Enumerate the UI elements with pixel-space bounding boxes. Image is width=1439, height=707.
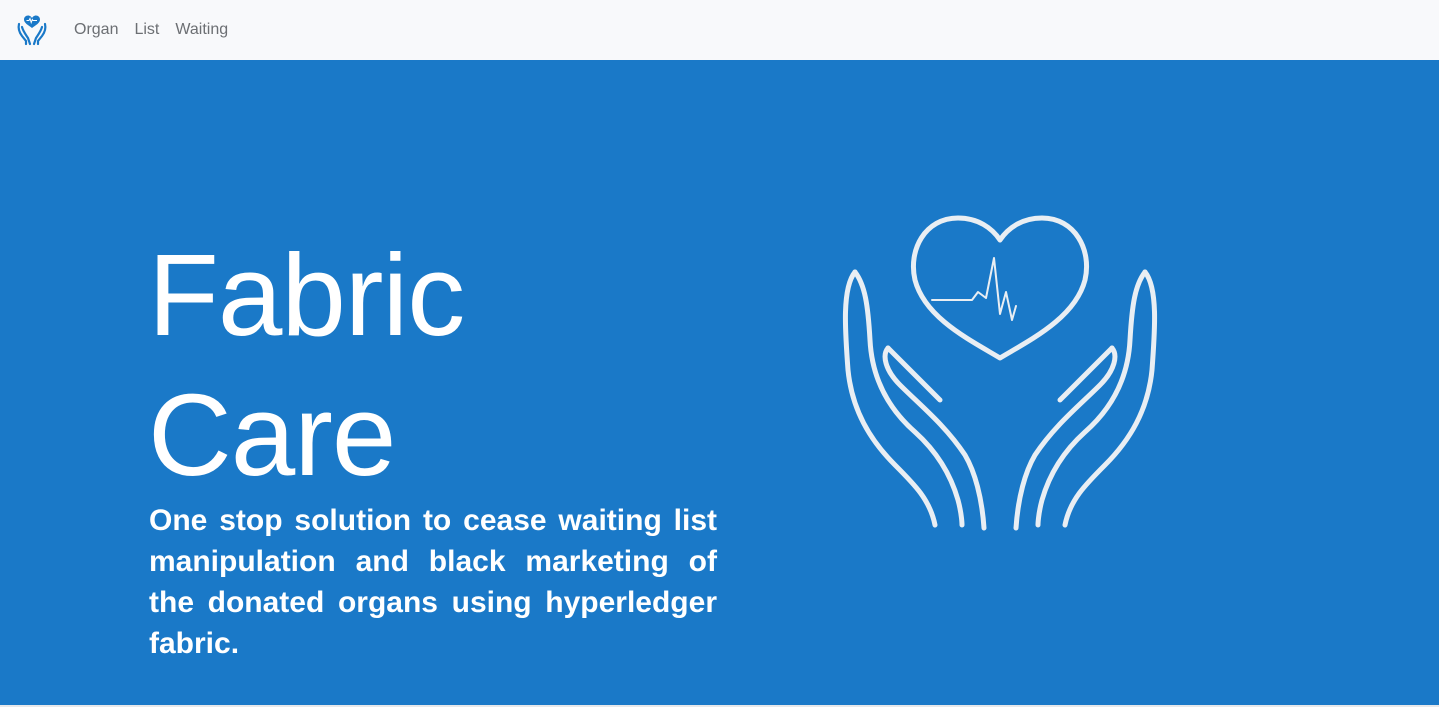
nav-link-list[interactable]: List: [134, 20, 159, 40]
top-navbar: Organ List Waiting: [0, 0, 1439, 60]
hero-subtitle: One stop solution to cease waiting list …: [149, 504, 717, 660]
heart-in-hands-icon: [842, 215, 1158, 531]
hero-title: Fabric Care: [148, 230, 465, 500]
nav-link-waiting[interactable]: Waiting: [175, 20, 228, 40]
brand-logo-link[interactable]: [14, 11, 50, 47]
nav-links: Organ List Waiting: [74, 20, 244, 40]
nav-link-organ[interactable]: Organ: [74, 20, 118, 40]
heart-hands-logo-icon: [17, 15, 47, 46]
hero-section: Fabric Care One stop solution to cease w…: [0, 60, 1439, 705]
